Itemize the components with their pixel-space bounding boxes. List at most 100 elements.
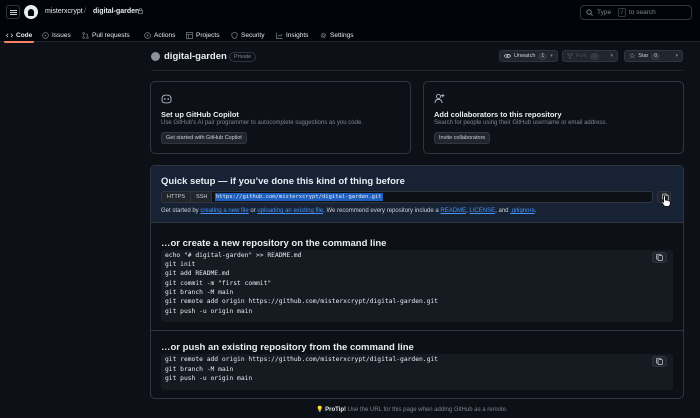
fork-button[interactable]: Fork 0 ▾: [562, 50, 618, 62]
code-line: git add README.md: [165, 270, 230, 277]
pull-request-icon: [82, 31, 89, 39]
breadcrumb-separator: /: [84, 8, 86, 15]
code-line: echo "# digital-garden" >> README.md: [165, 252, 302, 259]
tab-security[interactable]: Security: [231, 29, 264, 41]
star-count: 0: [651, 52, 661, 60]
code-line: git branch -M main: [165, 289, 234, 296]
tab-security-label: Security: [241, 31, 265, 39]
copilot-card-desc: Use GitHub's AI pair programmer to autoc…: [161, 120, 363, 126]
star-button[interactable]: ☆ Star 0 ▾: [624, 50, 683, 62]
ssh-button[interactable]: SSH: [191, 191, 214, 203]
collaborators-card-title: Add collaborators to this repository: [434, 110, 562, 119]
chevron-down-icon: ▾: [610, 53, 613, 59]
tab-code[interactable]: Code: [3, 29, 35, 43]
copy-push-commands-button[interactable]: [652, 356, 667, 367]
unwatch-button[interactable]: Unwatch 1 ▾: [499, 50, 558, 62]
hand-cursor-icon: [661, 195, 671, 207]
protocol-toggle: HTTPS SSH: [161, 191, 214, 203]
collaborators-card: Add collaborators to this repository Sea…: [423, 81, 684, 154]
https-button[interactable]: HTTPS: [161, 191, 192, 203]
visibility-badge: Private: [229, 52, 257, 62]
chevron-down-icon: ▾: [675, 53, 678, 59]
lock-icon: [138, 8, 143, 14]
tab-actions-label: Actions: [154, 31, 176, 39]
tab-code-label: Code: [16, 31, 33, 39]
lightbulb-icon: 💡: [316, 407, 324, 413]
tab-projects[interactable]: Projects: [186, 29, 219, 41]
table-icon: [186, 31, 193, 39]
code-icon: [6, 32, 13, 38]
readme-link[interactable]: README: [440, 208, 466, 214]
setup-instructions: Get started by creating a new file or up…: [161, 208, 536, 214]
avatar[interactable]: [151, 52, 160, 61]
code-line: git push -u origin main: [165, 307, 253, 315]
unwatch-label: Unwatch: [514, 53, 536, 59]
issue-icon: [42, 31, 49, 39]
code-line: git branch -M main: [165, 365, 234, 373]
chevron-down-icon: ▾: [550, 53, 553, 59]
repo-nav: Code Issues Pull requests Actions Projec…: [0, 25, 700, 43]
create-repo-code: echo "# digital-garden" >> README.md git…: [161, 250, 673, 322]
fork-count: 0: [590, 52, 599, 60]
github-logo-icon[interactable]: [24, 5, 38, 19]
menu-icon[interactable]: [6, 5, 20, 19]
setup-text: Get started by: [161, 208, 201, 214]
copy-icon: [656, 357, 663, 365]
code-line: git push -u origin main: [165, 375, 253, 382]
clone-url-input[interactable]: https://github.com/misterxcrypt/digital-…: [211, 191, 653, 203]
tab-projects-label: Projects: [196, 31, 220, 39]
fork-label: Fork: [576, 53, 587, 59]
breadcrumb-owner[interactable]: misterxcrypt: [45, 8, 83, 15]
tab-actions[interactable]: Actions: [144, 29, 175, 41]
tab-settings[interactable]: Settings: [320, 29, 354, 41]
protip: 💡 ProTip! Use the URL for this page when…: [316, 406, 508, 413]
person-add-icon: [434, 94, 445, 104]
tab-settings-label: Settings: [330, 31, 354, 39]
star-icon: ☆: [629, 53, 636, 60]
create-file-link[interactable]: creating a new file: [200, 208, 248, 214]
search-type-label: Type: [597, 9, 612, 16]
gitignore-link[interactable]: .gitignore: [510, 208, 535, 214]
code-line: git init: [165, 261, 196, 268]
tab-insights[interactable]: Insights: [276, 29, 308, 41]
breadcrumb-repo[interactable]: digital-garden: [93, 8, 139, 15]
search-placeholder: to search: [629, 9, 656, 16]
copilot-icon: [161, 94, 172, 104]
copilot-card: Set up GitHub Copilot Use GitHub's AI pa…: [150, 81, 411, 154]
quick-setup-panel: Quick setup — if you’ve done this kind o…: [150, 165, 684, 399]
copilot-card-title: Set up GitHub Copilot: [161, 110, 239, 119]
tab-insights-label: Insights: [286, 31, 309, 39]
push-repo-code: git remote add origin https://github.com…: [161, 354, 673, 390]
clone-url-text: https://github.com/misterxcrypt/digital-…: [215, 193, 383, 201]
code-line: git commit -m "first commit": [165, 279, 272, 287]
graph-icon: [276, 32, 283, 39]
search-icon: [586, 9, 593, 16]
push-repo-title: …or push an existing repository from the…: [161, 342, 414, 353]
tab-issues[interactable]: Issues: [42, 29, 71, 41]
tab-pull-requests-label: Pull requests: [92, 31, 130, 39]
copy-create-commands-button[interactable]: [652, 252, 667, 263]
copilot-start-button[interactable]: Get started with GitHub Copilot: [161, 132, 247, 144]
watch-count: 1: [538, 52, 548, 60]
code-line: git remote add origin https://github.com…: [165, 356, 438, 363]
protip-label: ProTip!: [325, 407, 347, 413]
tab-pull-requests[interactable]: Pull requests: [82, 29, 130, 41]
page-title[interactable]: digital-garden: [164, 51, 227, 62]
search-shortcut-key: /: [618, 8, 626, 17]
invite-collaborators-button[interactable]: Invite collaborators: [434, 132, 491, 144]
collaborators-card-desc: Search for people using their GitHub use…: [434, 120, 608, 126]
gear-icon: [320, 32, 327, 38]
create-repo-title: …or create a new repository on the comma…: [161, 238, 387, 249]
global-header: misterxcrypt / digital-garden Type / to …: [0, 0, 700, 25]
search-input[interactable]: Type / to search: [580, 5, 692, 20]
upload-file-link[interactable]: uploading an existing file: [257, 208, 323, 214]
eye-icon: [504, 54, 511, 58]
divider: [151, 70, 683, 71]
setup-text: .: [534, 208, 537, 214]
protip-text: Use the URL for this page when adding Gi…: [346, 407, 508, 413]
setup-text: , and: [495, 208, 511, 214]
quick-setup-title: Quick setup — if you’ve done this kind o…: [161, 176, 405, 187]
setup-text: . We recommend every repository include …: [323, 208, 441, 214]
quick-setup-header: Quick setup — if you’ve done this kind o…: [151, 166, 683, 223]
license-link[interactable]: LICENSE: [469, 208, 495, 214]
